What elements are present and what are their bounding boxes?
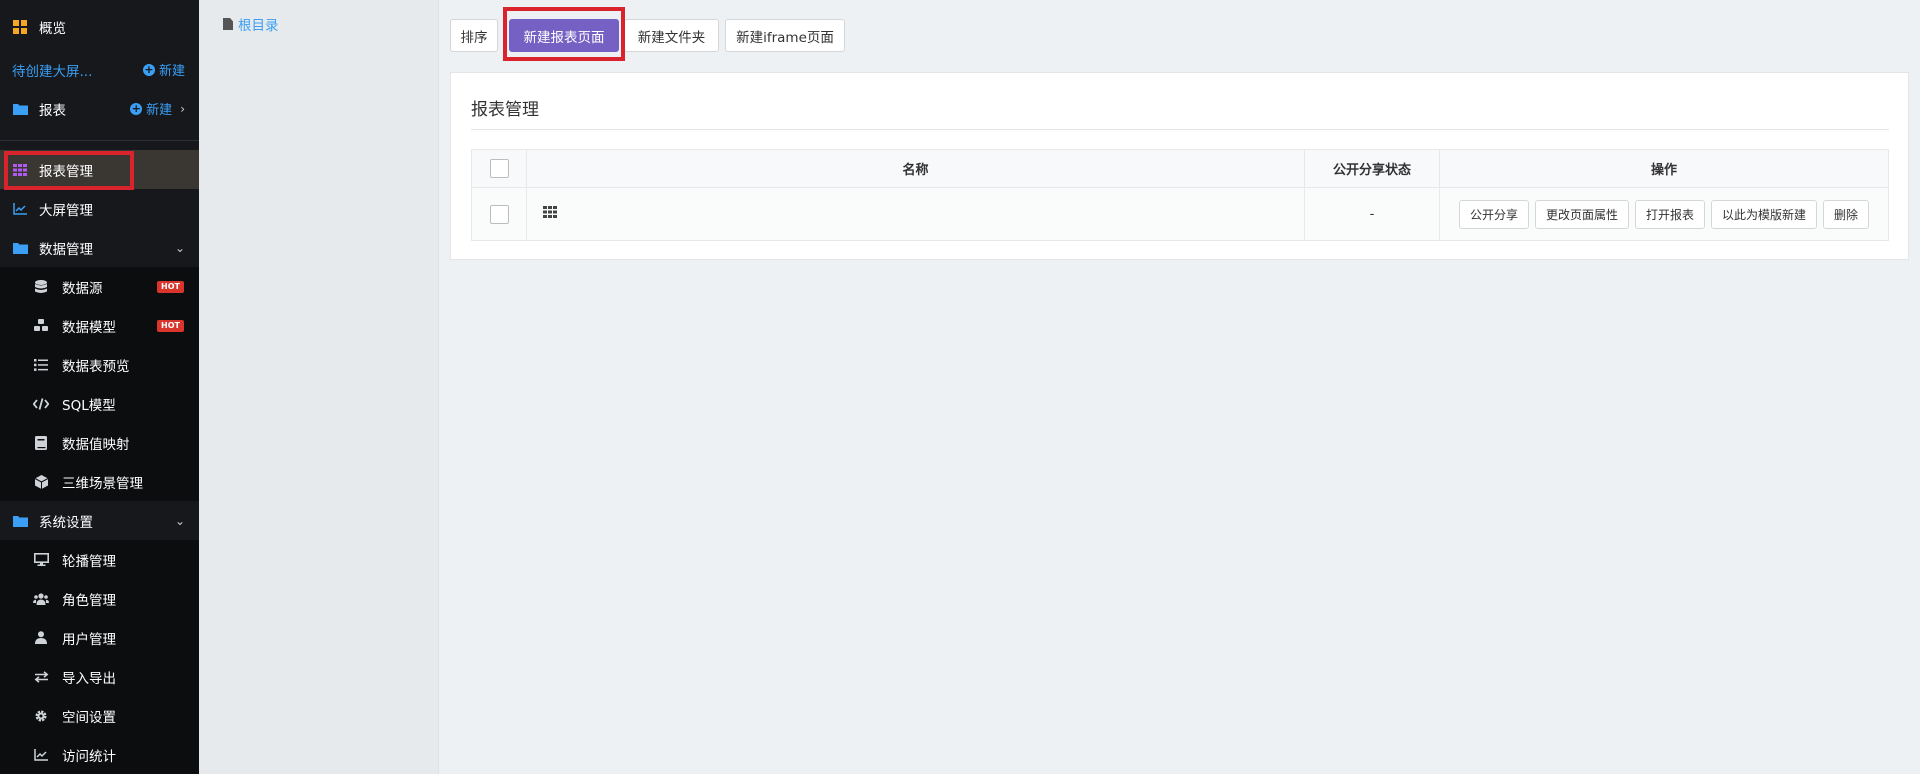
- sidebar-item-data-model[interactable]: 数据模型 HOT: [0, 306, 199, 345]
- sidebar-item-pending-screen[interactable]: 待创建大屏... + 新建: [0, 50, 199, 89]
- users-icon: [33, 591, 49, 607]
- sidebar-item-screen-mgmt[interactable]: 大屏管理: [0, 189, 199, 228]
- table-header: 名称 公开分享状态 操作: [472, 150, 1888, 188]
- row-checkbox[interactable]: [489, 204, 509, 224]
- list-icon: [33, 357, 49, 373]
- sidebar-item-label: 数据源: [62, 280, 103, 297]
- sidebar-item-label: 系统设置: [39, 514, 93, 531]
- report-card: 报表管理 名称 公开分享状态 操作 - 公开分享 更改页面属性 打开报表 以此为…: [450, 72, 1909, 260]
- highlight-box: [4, 151, 134, 190]
- new-from-template-button[interactable]: 以此为模版新建: [1711, 199, 1818, 229]
- row-actions-cell: 公开分享 更改页面属性 打开报表 以此为模版新建 删除: [1440, 188, 1888, 240]
- monitor-icon: [33, 552, 49, 568]
- new-label: 新建: [146, 103, 173, 118]
- book-icon: [33, 435, 49, 451]
- sidebar-item-reports[interactable]: 报表 + 新建 ›: [0, 89, 199, 128]
- column-header-share-status: 公开分享状态: [1305, 150, 1440, 187]
- edit-page-props-button[interactable]: 更改页面属性: [1534, 199, 1629, 229]
- sidebar-item-carousel[interactable]: 轮播管理: [0, 540, 199, 579]
- delete-button[interactable]: 删除: [1823, 199, 1870, 229]
- sidebar-item-overview[interactable]: 概览: [0, 7, 199, 46]
- row-checkbox-cell: [472, 188, 527, 240]
- sidebar-item-sql-model[interactable]: SQL模型: [0, 384, 199, 423]
- sidebar-item-role[interactable]: 角色管理: [0, 579, 199, 618]
- sidebar-item-label: 数据模型: [62, 319, 116, 336]
- folder-icon: [12, 101, 28, 117]
- sidebar-item-label: 数据管理: [39, 241, 93, 258]
- sidebar-item-label: 概览: [39, 20, 66, 37]
- hot-badge: HOT: [157, 319, 184, 332]
- area-chart-icon: [33, 747, 49, 763]
- new-label: 新建: [158, 64, 185, 79]
- row-share-status: -: [1305, 188, 1440, 240]
- sidebar-item-stats[interactable]: 访问统计: [0, 735, 199, 774]
- sidebar-item-import-export[interactable]: 导入导出: [0, 657, 199, 696]
- sidebar: 概览 待创建大屏... + 新建 报表 + 新建 › 报表管理 大屏管理 数据管…: [0, 0, 199, 774]
- table-row: - 公开分享 更改页面属性 打开报表 以此为模版新建 删除: [472, 188, 1888, 240]
- new-screen-button[interactable]: + 新建: [142, 60, 185, 79]
- sidebar-item-label: SQL模型: [62, 397, 116, 414]
- public-share-button[interactable]: 公开分享: [1458, 199, 1529, 229]
- chevron-down-icon: ⌄: [174, 240, 185, 255]
- report-table: 名称 公开分享状态 操作 - 公开分享 更改页面属性 打开报表 以此为模版新建 …: [471, 149, 1889, 241]
- folder-icon: [12, 513, 28, 529]
- new-iframe-button[interactable]: 新建iframe页面: [725, 19, 845, 52]
- tree-root-label: 根目录: [238, 18, 279, 34]
- sidebar-item-value-map[interactable]: 数据值映射: [0, 423, 199, 462]
- exchange-icon: [33, 669, 49, 685]
- sidebar-item-label: 数据表预览: [62, 358, 130, 375]
- sidebar-item-label: 用户管理: [62, 631, 116, 648]
- highlight-box: [503, 7, 625, 61]
- column-header-actions: 操作: [1650, 163, 1677, 178]
- sidebar-item-space[interactable]: 空间设置: [0, 696, 199, 735]
- card-title: 报表管理: [471, 100, 539, 120]
- file-icon: [223, 18, 233, 30]
- new-folder-button[interactable]: 新建文件夹: [624, 19, 719, 52]
- user-icon: [33, 630, 49, 646]
- sidebar-item-data-mgmt[interactable]: 数据管理 ⌄: [0, 228, 199, 267]
- sidebar-item-label: 导入导出: [62, 670, 116, 687]
- sidebar-item-table-preview[interactable]: 数据表预览: [0, 345, 199, 384]
- card-divider: [471, 129, 1889, 130]
- gear-icon: [33, 708, 49, 724]
- folder-icon: [12, 240, 28, 256]
- sidebar-item-user[interactable]: 用户管理: [0, 618, 199, 657]
- sidebar-item-label: 角色管理: [62, 592, 116, 609]
- grid-icon: [543, 206, 557, 222]
- sidebar-item-datasource[interactable]: 数据源 HOT: [0, 267, 199, 306]
- sidebar-item-label: 轮播管理: [62, 553, 116, 570]
- main-content: 排序 新建报表页面 新建文件夹 新建iframe页面 报表管理 名称 公开分享状…: [440, 0, 1920, 774]
- plus-circle-icon: +: [142, 62, 155, 76]
- sidebar-item-label: 数据值映射: [62, 436, 130, 453]
- sidebar-item-label: 报表: [39, 102, 66, 119]
- hot-badge: HOT: [157, 280, 184, 293]
- sidebar-item-label: 访问统计: [62, 748, 116, 765]
- folder-tree-panel: 根目录: [199, 0, 439, 774]
- cubes-icon: [33, 318, 49, 334]
- open-report-button[interactable]: 打开报表: [1634, 199, 1705, 229]
- row-name-cell[interactable]: [527, 188, 1305, 240]
- database-icon: [33, 279, 49, 295]
- sidebar-divider: [0, 140, 199, 141]
- dashboard-icon: [12, 19, 28, 35]
- line-chart-icon: [12, 201, 28, 217]
- sidebar-item-system[interactable]: 系统设置 ⌄: [0, 501, 199, 540]
- sort-button[interactable]: 排序: [450, 19, 498, 52]
- code-icon: [33, 396, 49, 412]
- pending-screen-label: 待创建大屏...: [12, 63, 93, 80]
- select-all-checkbox[interactable]: [489, 159, 509, 178]
- sidebar-item-scene3d[interactable]: 三维场景管理: [0, 462, 199, 501]
- chevron-down-icon: ⌄: [174, 513, 185, 528]
- chevron-right-icon: ›: [180, 101, 185, 116]
- sidebar-item-label: 大屏管理: [39, 202, 93, 219]
- sidebar-item-label: 三维场景管理: [62, 475, 143, 492]
- new-report-button[interactable]: + 新建: [130, 99, 172, 118]
- sidebar-item-label: 空间设置: [62, 709, 116, 726]
- tree-root-item[interactable]: 根目录: [223, 14, 279, 34]
- plus-circle-icon: +: [130, 101, 143, 115]
- cube-icon: [33, 474, 49, 490]
- column-header-name: 名称: [527, 150, 1305, 187]
- header-checkbox-cell: [472, 150, 527, 187]
